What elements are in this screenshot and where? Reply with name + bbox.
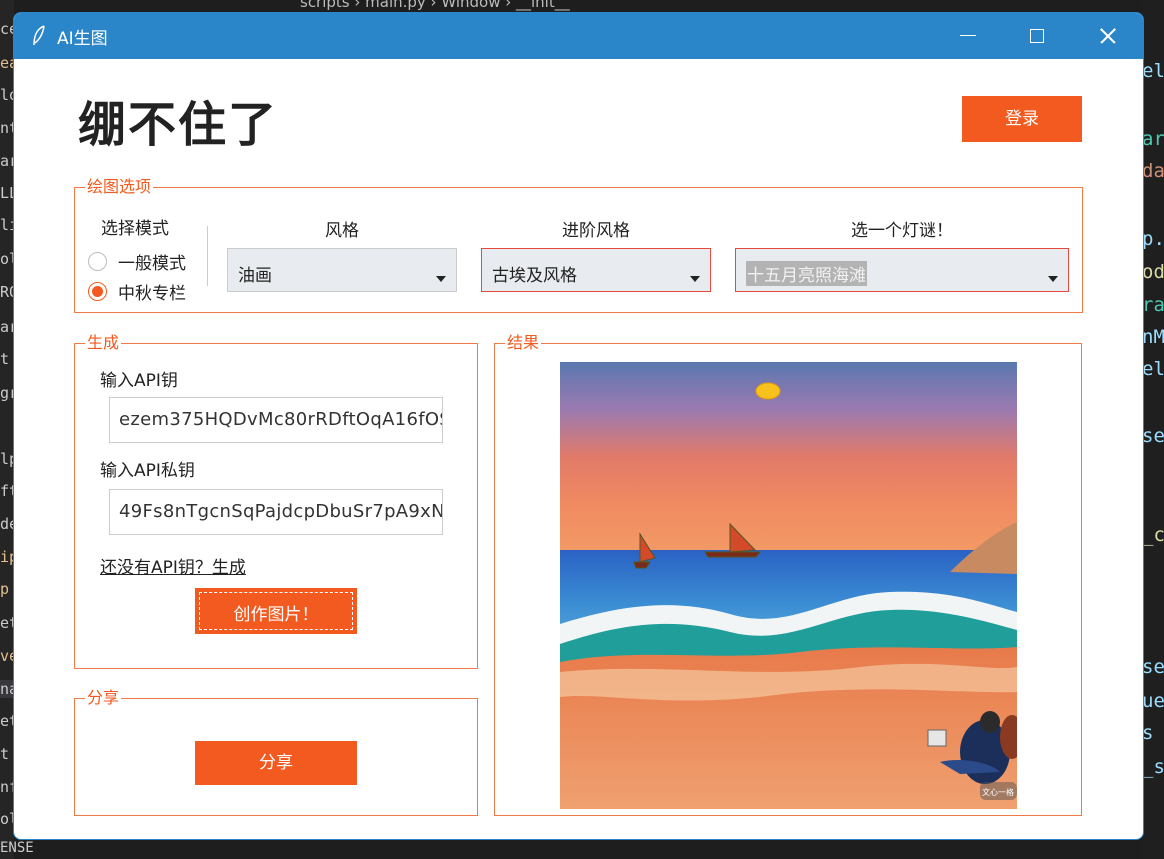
bg-fragment: _c [1142,524,1164,546]
api-secret-value: 49Fs8nTgcnSqPajdcpDbuSr7pA9xNlI [119,501,443,522]
radio-label: 中秋专栏 [118,284,186,304]
api-key-value: ezem375HQDvMc80rRDftOqA16fOS [119,409,443,430]
bg-fragment: el [1142,60,1164,82]
advanced-style-label: 进阶风格 [562,221,630,241]
mode-label: 选择模式 [101,219,169,239]
bg-fragment: _s [1142,756,1164,778]
api-secret-input[interactable]: 49Fs8nTgcnSqPajdcpDbuSr7pA9xNlI [109,489,443,535]
bg-fragment: nM [1142,326,1164,348]
feather-icon [33,25,45,46]
watermark: 文心一格 [982,787,1014,797]
radio-label: 一般模式 [118,254,186,274]
bg-fragment: p. [1142,228,1164,250]
create-image-button[interactable]: 创作图片！ [195,588,357,634]
generate-group: 生成 输入API钥 ezem375HQDvMc80rRDftOqA16fOS 输… [74,332,478,669]
bg-fragment: ue [1142,690,1164,712]
result-group: 结果 文心一格 [494,332,1082,816]
bg-fragment: da [1142,160,1164,182]
window-title: AI生图 [57,29,108,49]
title-bar[interactable]: AI生图 [14,13,1143,59]
bg-fragment: p [0,580,10,598]
api-key-label: 输入API钥 [100,371,178,391]
background-code-editor: el ar da p. od ra nM el se _c se ue s _s [1142,0,1164,859]
bg-fragment: ra [1142,294,1164,316]
bg-fragment: se [1142,656,1164,678]
share-button[interactable]: 分享 [195,741,357,785]
bg-fragment: od [1142,261,1164,283]
riddle-select-value: 十五月亮照海滩 [746,261,867,286]
drawing-options-group: 绘图选项 选择模式 一般模式 中秋专栏 风格 油画 进阶风格 古埃及风格 选一个… [74,176,1083,313]
api-key-input[interactable]: ezem375HQDvMc80rRDftOqA16fOS [109,397,443,443]
style-select-value: 油画 [238,266,272,286]
riddle-select[interactable]: 十五月亮照海滩 [735,248,1069,292]
riddle-label: 选一个灯谜！ [851,221,953,241]
bg-fragment: ENSE [0,840,34,856]
minimize-button[interactable] [932,13,1002,59]
style-select[interactable]: 油画 [227,248,457,292]
bg-fragment: se [1142,425,1164,447]
group-legend: 生成 [85,332,122,354]
maximize-button[interactable] [1002,13,1072,59]
advanced-style-select-value: 古埃及风格 [492,266,577,286]
group-legend: 分享 [85,687,122,709]
brand-title: 绷不住了 [78,97,279,153]
chevron-down-icon [1048,276,1058,282]
vertical-divider [207,226,208,286]
login-button[interactable]: 登录 [962,96,1082,142]
background-explorer-panel: ce ea lo nt ar LL lig ol RO ar t gr lp f… [0,0,27,859]
share-group: 分享 分享 [74,687,478,816]
get-api-key-link[interactable]: 还没有API钥？生成 [100,553,246,578]
group-legend: 结果 [505,332,542,354]
style-label: 风格 [325,221,359,241]
generated-image: 文心一格 [560,362,1017,809]
radio-button[interactable] [88,252,107,271]
background-breadcrumb: scripts › main.py › Window › __init__ [300,0,570,11]
advanced-style-select[interactable]: 古埃及风格 [481,248,711,292]
app-window: AI生图 绷不住了 登录 绘图选项 选择模式 一般模式 中秋专栏 风格 油画 进… [13,12,1144,840]
bg-fragment: ar [1142,128,1164,150]
chevron-down-icon [690,276,700,282]
bg-fragment: t [0,745,10,763]
create-image-label: 创作图片！ [233,605,319,625]
group-legend: 绘图选项 [85,176,154,198]
api-secret-label: 输入API私钥 [100,461,195,481]
bg-fragment: t [0,350,10,368]
chevron-down-icon [436,276,446,282]
radio-button[interactable] [88,282,107,301]
close-button[interactable] [1072,13,1142,59]
bg-fragment: el [1142,358,1164,380]
